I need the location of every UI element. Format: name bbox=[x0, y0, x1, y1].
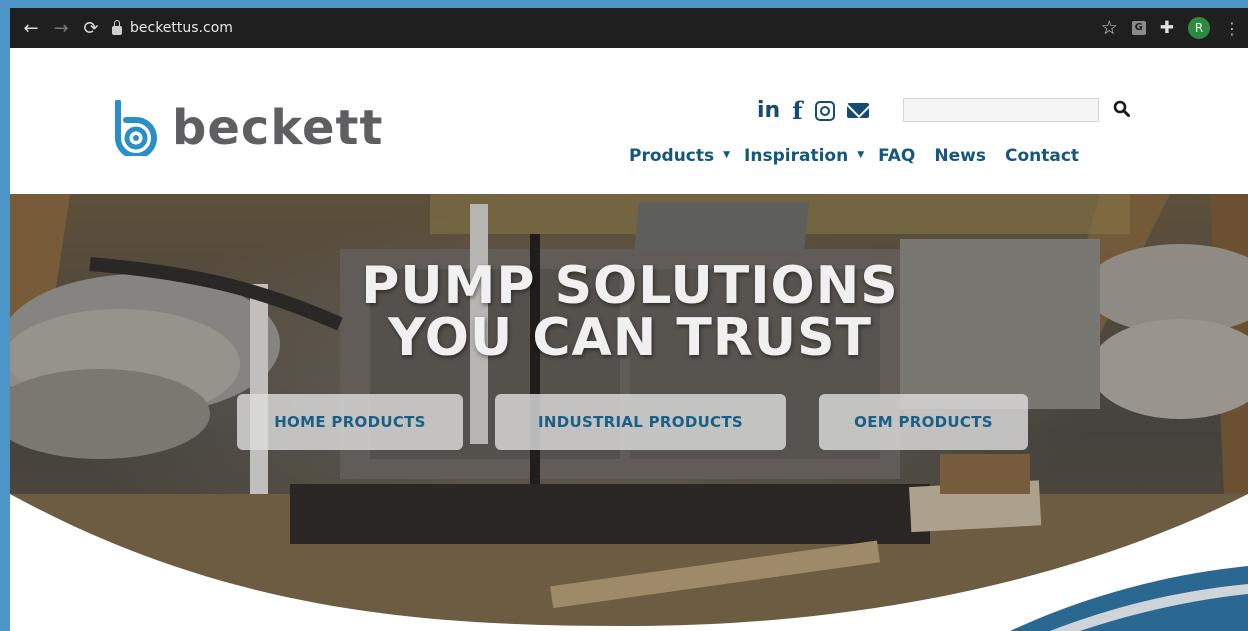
instagram-icon[interactable] bbox=[814, 100, 835, 121]
reload-icon[interactable]: ⟳ bbox=[76, 18, 106, 39]
address-bar[interactable]: beckettus.com bbox=[112, 19, 233, 36]
site-header: beckett in f Products ▼ Inspiration ▼ FA… bbox=[10, 48, 1248, 194]
search-icon[interactable] bbox=[1113, 100, 1131, 118]
search-input[interactable] bbox=[903, 98, 1099, 122]
hero-banner: PUMP SOLUTIONS YOU CAN TRUST HOME PRODUC… bbox=[10, 194, 1248, 631]
puzzle-extensions-icon[interactable]: ✚ bbox=[1160, 18, 1174, 38]
menu-kebab-icon[interactable]: ⋮ bbox=[1224, 19, 1240, 38]
browser-window: ← → ⟳ beckettus.com ☆ G ✚ R ⋮ beckett in… bbox=[10, 8, 1248, 631]
facebook-icon[interactable]: f bbox=[792, 96, 802, 125]
extension-icon[interactable]: G bbox=[1131, 21, 1146, 35]
nav-contact[interactable]: Contact bbox=[1005, 146, 1079, 166]
browser-actions: ☆ G ✚ R ⋮ bbox=[1101, 8, 1240, 48]
linkedin-icon[interactable]: in bbox=[757, 98, 780, 123]
lock-icon bbox=[112, 19, 122, 35]
nav-news[interactable]: News bbox=[934, 146, 986, 166]
nav-faq[interactable]: FAQ bbox=[878, 146, 915, 166]
main-navigation: Products ▼ Inspiration ▼ FAQ News Contac… bbox=[629, 146, 1079, 166]
beckett-logo[interactable]: beckett bbox=[112, 100, 383, 156]
mail-icon[interactable] bbox=[846, 103, 869, 118]
brand-wordmark: beckett bbox=[172, 100, 384, 156]
hero-bottom-curve bbox=[10, 494, 1248, 631]
nav-products[interactable]: Products bbox=[629, 146, 714, 166]
beckett-logo-mark bbox=[115, 100, 157, 156]
nav-inspiration[interactable]: Inspiration bbox=[744, 146, 848, 166]
social-links: in f bbox=[757, 96, 869, 125]
chevron-down-icon[interactable]: ▼ bbox=[857, 150, 864, 160]
url-text[interactable]: beckettus.com bbox=[130, 20, 233, 36]
back-arrow-icon[interactable]: ← bbox=[16, 18, 46, 39]
browser-toolbar: ← → ⟳ beckettus.com ☆ G ✚ R ⋮ bbox=[10, 8, 1248, 48]
forward-arrow-icon[interactable]: → bbox=[46, 18, 76, 39]
bookmark-star-icon[interactable]: ☆ bbox=[1101, 17, 1118, 39]
profile-avatar[interactable]: R bbox=[1188, 17, 1210, 39]
chevron-down-icon[interactable]: ▼ bbox=[723, 150, 730, 160]
